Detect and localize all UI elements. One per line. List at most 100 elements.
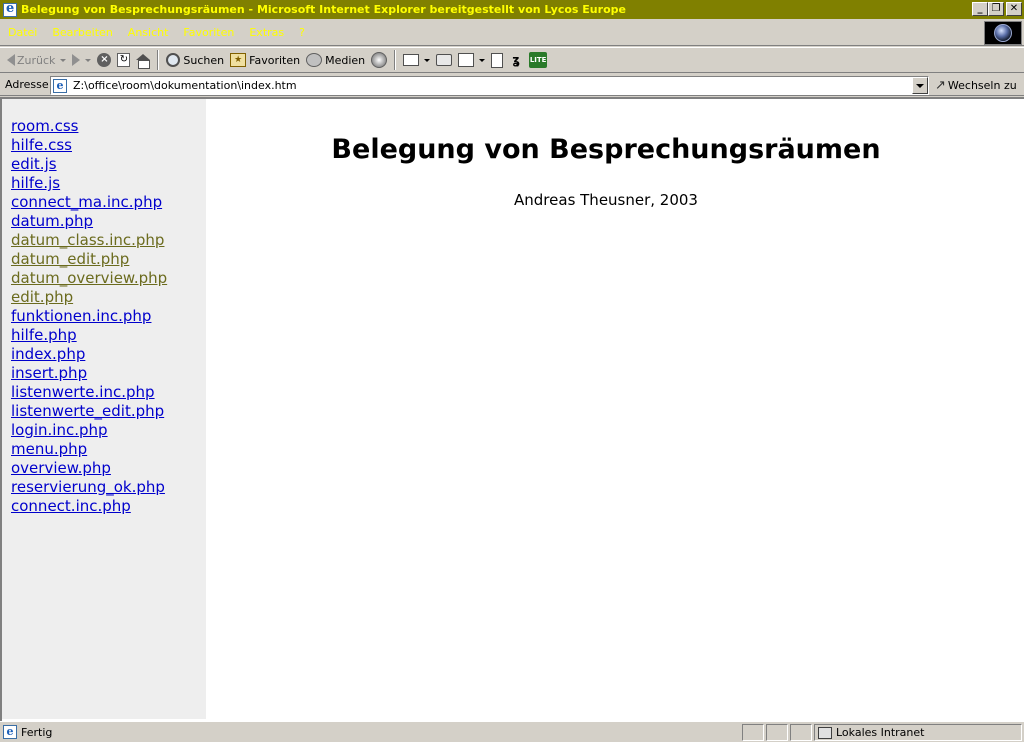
mail-dropdown-icon[interactable] — [424, 58, 431, 62]
media-button[interactable]: Medien — [303, 49, 368, 71]
window-controls: _ ❐ ✕ — [972, 2, 1022, 16]
file-link[interactable]: edit.php — [11, 288, 206, 307]
menu-bar: Datei Bearbeiten Ansicht Favoriten Extras? — [0, 19, 1024, 46]
title-bar: Belegung von Besprechungsräumen - Micros… — [0, 0, 1024, 19]
back-button[interactable]: Zurück — [4, 49, 69, 71]
back-label: Zurück — [17, 53, 56, 67]
media-icon — [306, 53, 323, 67]
file-link[interactable]: room.css — [11, 117, 206, 136]
toolbar-separator — [394, 50, 397, 70]
status-panel — [766, 724, 788, 741]
file-link[interactable]: datum.php — [11, 212, 206, 231]
menu-item-2[interactable]: Ansicht — [128, 26, 169, 39]
author-line: Andreas Theusner, 2003 — [514, 191, 698, 209]
zone-label: Lokales Intranet — [836, 726, 925, 739]
status-bar: e Fertig Lokales Intranet — [0, 721, 1024, 742]
file-link[interactable]: datum_edit.php — [11, 250, 206, 269]
browser-logo — [984, 21, 1022, 45]
address-dropdown-button[interactable] — [912, 77, 928, 94]
file-link[interactable]: index.php — [11, 345, 206, 364]
back-dropdown-icon[interactable] — [60, 58, 67, 62]
lite-icon: LITE — [529, 52, 548, 68]
chevron-down-icon — [916, 83, 924, 88]
file-link[interactable]: reservierung_ok.php — [11, 478, 206, 497]
file-link[interactable]: edit.js — [11, 155, 206, 174]
file-list-frame: room.css hilfe.css edit.js hilfe.js connect_… — [2, 99, 206, 719]
toolbar-separator — [157, 50, 160, 70]
status-panel — [742, 724, 764, 741]
maximize-button[interactable]: ❐ — [988, 2, 1004, 16]
messenger-button[interactable]: ʓ — [506, 49, 526, 71]
status-panel — [790, 724, 812, 741]
search-icon — [166, 53, 181, 67]
refresh-button[interactable]: ↻ — [114, 49, 133, 71]
edit-icon — [458, 53, 475, 67]
menu-item-0[interactable]: Datei — [8, 26, 37, 39]
file-link[interactable]: connect_ma.inc.php — [11, 193, 206, 212]
edit-button[interactable] — [455, 49, 488, 71]
file-link[interactable]: login.inc.php — [11, 421, 206, 440]
file-link[interactable]: connect.inc.php — [11, 497, 206, 516]
address-url[interactable]: Z:\office\room\dokumentation\index.htm — [73, 79, 297, 92]
address-input[interactable]: e Z:\office\room\dokumentation\index.htm — [50, 76, 929, 95]
address-bar: Adresse e Z:\office\room\dokumentation\i… — [0, 74, 1024, 96]
intranet-zone-icon — [818, 726, 832, 739]
close-button[interactable]: ✕ — [1006, 2, 1022, 16]
file-link[interactable]: funktionen.inc.php — [11, 307, 206, 326]
go-label: Wechseln zu — [947, 79, 1017, 92]
stop-icon: × — [97, 53, 112, 67]
menu-item-1[interactable]: Bearbeiten — [52, 26, 112, 39]
menu-item-5[interactable]: ? — [299, 26, 305, 39]
file-link[interactable]: datum_overview.php — [11, 269, 206, 288]
history-icon — [371, 52, 388, 68]
favorites-icon: ★ — [230, 53, 247, 67]
go-arrow-icon: ↗ — [935, 78, 946, 93]
print-icon — [436, 54, 453, 66]
main-frame: Belegung von Besprechungsräumen Andreas … — [206, 99, 1022, 719]
file-link[interactable]: hilfe.php — [11, 326, 206, 345]
file-link[interactable]: overview.php — [11, 459, 206, 478]
page-title: Belegung von Besprechungsräumen — [331, 134, 881, 165]
stop-button[interactable]: × — [94, 49, 114, 71]
window-title: Belegung von Besprechungsräumen - Micros… — [21, 3, 626, 16]
file-link[interactable]: listenwerte_edit.php — [11, 402, 206, 421]
discuss-button[interactable] — [488, 49, 506, 71]
menu-items: Datei Bearbeiten Ansicht Favoriten Extras? — [0, 19, 1024, 39]
search-label: Suchen — [183, 53, 225, 67]
media-label: Medien — [325, 53, 366, 67]
file-link[interactable]: listenwerte.inc.php — [11, 383, 206, 402]
messenger-icon: ʓ — [512, 53, 520, 67]
forward-button[interactable] — [69, 49, 94, 71]
back-arrow-icon — [7, 54, 15, 66]
edit-dropdown-icon[interactable] — [479, 58, 486, 62]
menu-item-3[interactable]: Favoriten — [183, 26, 234, 39]
file-link[interactable]: insert.php — [11, 364, 206, 383]
minimize-button[interactable]: _ — [972, 2, 988, 16]
file-link[interactable]: menu.php — [11, 440, 206, 459]
status-text: Fertig — [21, 725, 53, 739]
security-zone: Lokales Intranet — [814, 724, 1022, 741]
home-button[interactable] — [133, 49, 153, 71]
favorites-label: Favoriten — [249, 53, 301, 67]
ie-icon[interactable] — [3, 1, 17, 17]
toolbar: Zurück × ↻ Suchen ★ Favoriten Medien ʓ L… — [0, 47, 1024, 73]
home-icon — [136, 53, 151, 69]
file-link[interactable]: hilfe.css — [11, 136, 206, 155]
forward-dropdown-icon[interactable] — [85, 58, 92, 62]
file-link[interactable]: datum_class.inc.php — [11, 231, 206, 250]
search-button[interactable]: Suchen — [163, 49, 227, 71]
file-link[interactable]: hilfe.js — [11, 174, 206, 193]
document-icon — [491, 52, 504, 68]
print-button[interactable] — [433, 49, 455, 71]
history-button[interactable] — [368, 49, 390, 71]
forward-arrow-icon — [72, 54, 81, 66]
address-label: Adresse — [5, 78, 49, 91]
favorites-button[interactable]: ★ Favoriten — [227, 49, 303, 71]
lite-button[interactable]: LITE — [526, 49, 550, 71]
go-button[interactable]: ↗ Wechseln zu — [935, 76, 1017, 95]
status-panels — [742, 724, 814, 741]
mail-button[interactable] — [400, 49, 433, 71]
refresh-icon: ↻ — [117, 53, 131, 67]
menu-item-4[interactable]: Extras — [249, 26, 284, 39]
page-icon: e — [53, 78, 67, 93]
